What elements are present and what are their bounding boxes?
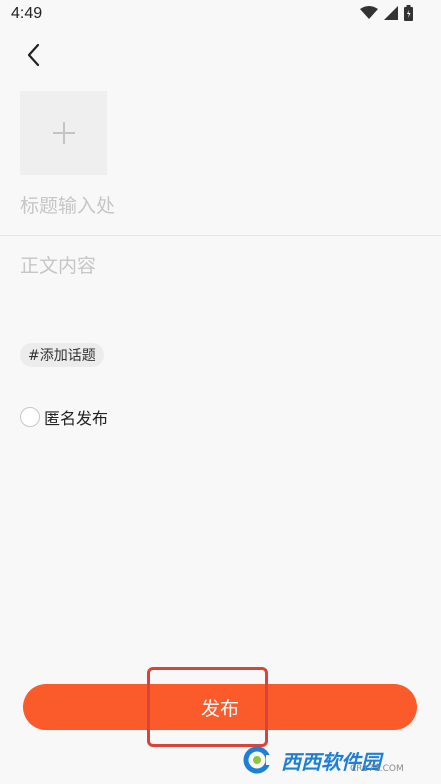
add-topic-label: #添加话题 [28, 348, 96, 364]
wifi-icon [360, 6, 378, 19]
anonymous-radio[interactable] [20, 407, 40, 427]
status-time: 4:49 [11, 5, 43, 22]
signal-icon [384, 6, 398, 20]
back-button[interactable] [22, 40, 48, 70]
battery-icon [404, 5, 413, 21]
watermark-logo-icon [243, 746, 278, 774]
status-icons [360, 5, 413, 21]
status-bar: 4:49 [0, 0, 441, 30]
chevron-left-icon [27, 43, 40, 67]
title-input[interactable] [20, 190, 420, 222]
divider [0, 235, 441, 236]
plus-icon [52, 122, 75, 144]
publish-label: 发布 [200, 697, 239, 720]
watermark-url: CR173.COM [350, 764, 404, 774]
publish-button[interactable]: 发布 [23, 684, 417, 730]
anonymous-label: 匿名发布 [44, 409, 109, 428]
anonymous-toggle[interactable]: 匿名发布 [20, 405, 108, 429]
watermark: 西西软件园 CR173.COM [242, 742, 422, 778]
body-input[interactable] [20, 251, 420, 321]
add-image-button[interactable] [20, 91, 107, 175]
add-topic-button[interactable]: #添加话题 [20, 343, 104, 367]
